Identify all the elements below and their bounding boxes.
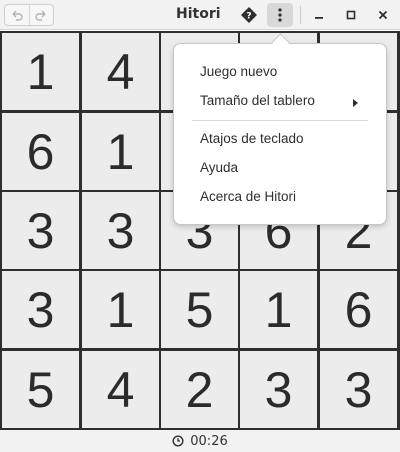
svg-text:?: ? (246, 12, 251, 22)
clock-icon (172, 435, 184, 447)
undo-icon (12, 10, 23, 21)
board-cell[interactable]: 4 (82, 33, 159, 110)
board-cell[interactable]: 3 (82, 192, 159, 269)
header-separator (300, 6, 301, 24)
board-cell[interactable]: 1 (82, 113, 159, 190)
board-cell[interactable]: 5 (2, 351, 79, 428)
elapsed-time: 00:26 (190, 433, 228, 449)
hint-icon: ? (241, 7, 257, 23)
board-cell[interactable]: 1 (82, 271, 159, 348)
close-button[interactable] (372, 4, 394, 26)
undo-redo-group (4, 4, 54, 26)
undo-button[interactable] (5, 5, 29, 25)
board-cell[interactable]: 5 (161, 271, 238, 348)
main-menu-button[interactable] (267, 3, 293, 27)
maximize-icon (346, 10, 356, 20)
minimize-button[interactable] (308, 4, 330, 26)
window-title: Hitori (176, 6, 221, 22)
maximize-button[interactable] (340, 4, 362, 26)
menu-item-board-size[interactable]: Tamaño del tablero (200, 93, 315, 108)
menu-item-keyboard-shortcuts[interactable]: Atajos de teclado (200, 131, 304, 146)
minimize-icon (315, 17, 323, 19)
submenu-arrow-icon (353, 99, 358, 107)
hint-button[interactable]: ? (238, 4, 260, 26)
kebab-menu-icon (278, 8, 282, 22)
redo-icon (35, 10, 46, 21)
menu-item-new-game[interactable]: Juego nuevo (200, 64, 277, 79)
board-cell[interactable]: 6 (2, 113, 79, 190)
main-menu-popover: Juego nuevo Tamaño del tablero Atajos de… (173, 43, 387, 225)
board-cell[interactable]: 4 (82, 351, 159, 428)
close-icon (378, 10, 388, 20)
status-bar: 00:26 (0, 430, 400, 452)
board-cell[interactable]: 1 (240, 271, 317, 348)
menu-item-help[interactable]: Ayuda (200, 160, 238, 175)
menu-separator (192, 120, 368, 121)
menu-item-about[interactable]: Acerca de Hitori (200, 189, 296, 204)
header-bar: Hitori ? (0, 0, 400, 30)
board-cell[interactable]: 3 (2, 192, 79, 269)
board-cell[interactable]: 1 (2, 33, 79, 110)
board-cell[interactable]: 2 (161, 351, 238, 428)
board-cell[interactable]: 3 (320, 351, 397, 428)
redo-button[interactable] (28, 5, 54, 25)
board-cell[interactable]: 3 (240, 351, 317, 428)
board-cell[interactable]: 3 (2, 271, 79, 348)
board-cell[interactable]: 6 (320, 271, 397, 348)
